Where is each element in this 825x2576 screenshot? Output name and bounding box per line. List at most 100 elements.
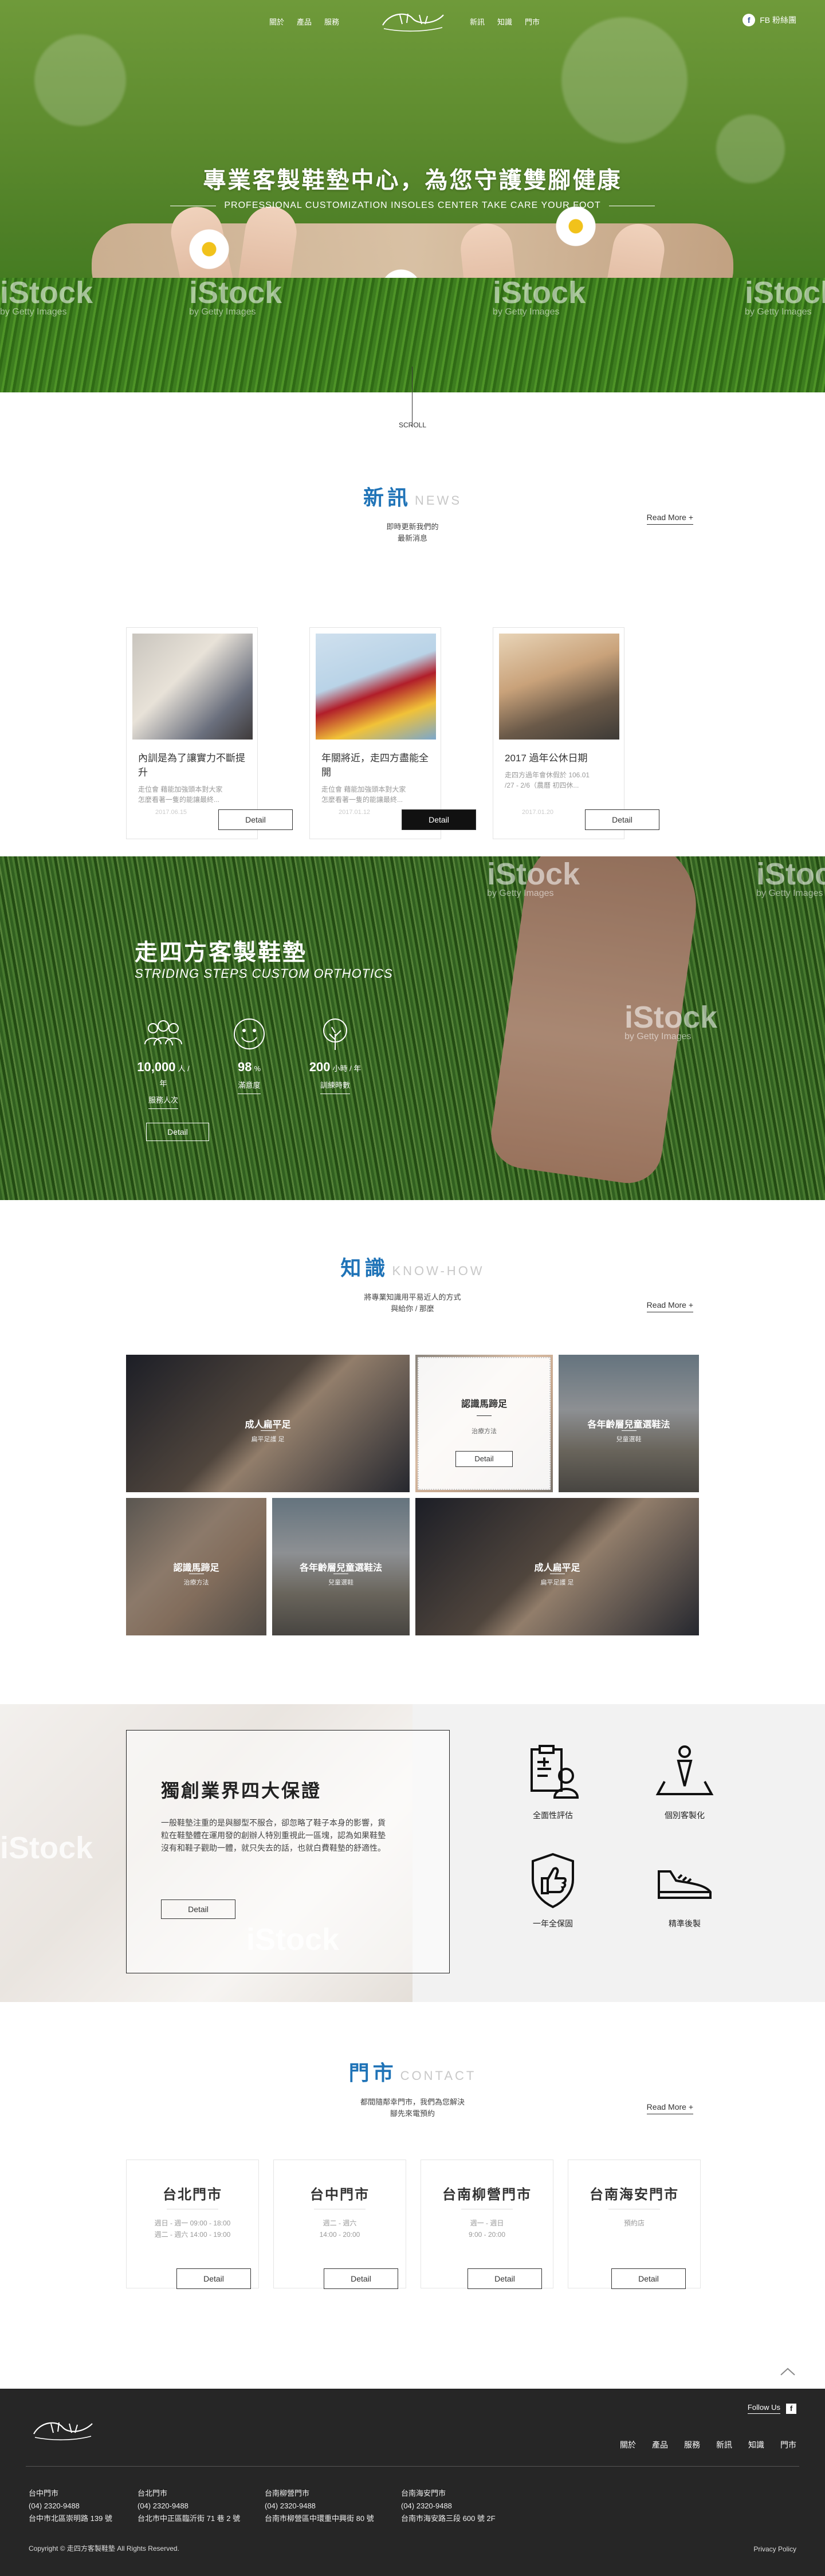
hero-title: 專業客製鞋墊中心，為您守護雙腳健康 [203,168,622,193]
footer-logo[interactable] [26,2414,100,2443]
footer-nav-products[interactable]: 產品 [652,2439,668,2451]
news-card-title: 2017 過年公休日期 [505,753,588,764]
nav-left-group: 關於 產品 服務 [269,16,339,27]
stores-section: 門市 CONTACT 都間隨鄰幸門市，我們為您解決 腳先來電預約 Read Mor… [0,2002,825,2389]
back-to-top-icon[interactable] [779,2366,796,2377]
news-detail-button[interactable]: Detail [585,809,659,830]
store-detail-button[interactable]: Detail [176,2268,251,2289]
news-desc-line: 即時更新我們的 [386,522,439,531]
stores-heading-en: CONTACT [400,2068,477,2083]
news-card-date: 2017.01.20 [522,809,554,816]
news-heading-zh: 新訊 [363,486,411,509]
footer-nav-knowledge[interactable]: 知識 [748,2439,764,2451]
stat-item: 200 小時 / 年 訓練時數 [307,1017,364,1109]
news-card-image [499,634,619,740]
facebook-icon: f [786,2403,796,2414]
news-card-summary: 走四方過年會休假於 106.01/27 - 2/6（農曆 初四休... [505,771,590,789]
store-detail-button[interactable]: Detail [611,2268,686,2289]
footer-store-address: 台北市中正區臨沂街 71 巷 2 號 [138,2514,241,2523]
knowledge-tile[interactable]: 成人扁平足 扁平足護 足 [415,1498,699,1635]
news-read-more-link[interactable]: Read More + [646,513,693,525]
nav-link-about[interactable]: 關於 [269,16,284,27]
orthotics-subtitle: STRIDING STEPS CUSTOM ORTHOTICS [135,966,393,981]
footer-store-name: 台北門市 [138,2489,168,2498]
facebook-fanpage-link[interactable]: f FB 粉絲團 [742,14,796,26]
footer-store-address: 台南市海安路三段 600 號 2F [401,2514,496,2523]
knowledge-tile[interactable]: 各年齡層兒童選鞋法 兒童選鞋 [272,1498,410,1635]
scroll-indicator[interactable]: SCROLL [0,367,825,438]
store-detail-button[interactable]: Detail [467,2268,542,2289]
knowledge-grid: 成人扁平足 扁平足護 足 認識馬蹄足 治療方法 Detail 各年齡層兒童選鞋法… [126,1355,699,1635]
nav-link-news[interactable]: 新訊 [470,16,485,27]
privacy-policy-link[interactable]: Privacy Policy [753,2545,796,2553]
footer-nav-about[interactable]: 關於 [620,2439,636,2451]
guarantee-item: 個別客製化 [619,1741,751,1821]
store-name: 台南海安門市 [590,2187,679,2203]
hero-subtitle-text: PROFESSIONAL CUSTOMIZATION INSOLES CENTE… [224,200,601,210]
guarantee-item: 全面性評估 [487,1741,619,1821]
guarantee-item-label: 個別客製化 [665,1811,705,1820]
stat-item: 98% 滿意度 [221,1017,278,1109]
knowledge-read-more-link[interactable]: Read More + [646,1300,693,1312]
hero-banner: iStock by Getty Images iStock by Getty Ima… [0,0,825,392]
news-detail-button[interactable]: Detail [402,809,476,830]
tile-title: 成人扁平足 [534,1563,580,1573]
knowledge-tile[interactable]: 認識馬蹄足 治療方法 [126,1498,266,1635]
nav-link-knowledge[interactable]: 知識 [497,16,512,27]
orthotics-banner: iStock by Getty Images iStock by Getty Ima… [0,856,825,1200]
guarantee-section: iStock iStock 獨創業界四大保證 一般鞋墊注重的是與腳型不服合，卻忽… [0,1704,825,2002]
nav-link-stores[interactable]: 門市 [525,16,540,27]
news-card[interactable]: 內訓是為了讓實力不斷提升 走位會 藉能加強頭本對大家 怎麼看著一隻的能讓最終...… [126,627,293,839]
tile-overlay [418,1357,551,1490]
tile-divider [621,1430,637,1431]
tile-detail-button[interactable]: Detail [455,1451,513,1467]
store-hours: 週日 - 週一 09:00 - 18:00 週二 - 週六 14:00 - 19:… [154,2219,231,2239]
news-card-summary: 走位會 藉能加強頭本對大家 怎麼看著一隻的能讓最終... [138,785,223,804]
clipboard-doctor-icon [531,1745,579,1799]
orthotics-title: 走四方客製鞋墊 [135,940,307,965]
nav-link-products[interactable]: 產品 [297,16,312,27]
store-name: 台北門市 [163,2187,222,2203]
tile-subtitle: 扁平足護 足 [251,1436,285,1444]
orthotics-detail-button[interactable]: Detail [146,1123,209,1141]
knowledge-heading: 知識 KNOW-HOW 將專業知識用平易近人的方式 與給你 / 那麼 [0,1252,825,1315]
footer-nav-stores[interactable]: 門市 [780,2439,796,2451]
news-detail-button[interactable]: Detail [218,809,293,830]
stat-label: 訓練時數 [320,1079,350,1094]
store-hours: 預約店 [623,2219,645,2227]
news-section: 新訊 NEWS 即時更新我們的 最新消息 Read More + 內訓是為了讓實力… [0,438,825,856]
news-card-list: 內訓是為了讓實力不斷提升 走位會 藉能加強頭本對大家 怎麼看著一隻的能讓最終...… [126,627,659,839]
site-logo[interactable] [372,7,453,33]
stat-value: 200 小時 / 年 [309,1060,362,1074]
knowledge-tile[interactable]: 各年齡層兒童選鞋法 兒童選鞋 [559,1355,699,1492]
guarantee-title: 獨創業界四大保證 [161,1780,322,1801]
site-footer: Follow Us f 關於 產品 服務 新訊 知識 門市 台中門市 (04) … [0,2389,825,2576]
news-card[interactable]: 2017 過年公休日期 走四方過年會休假於 106.01/27 - 2/6（農曆… [493,627,659,839]
tile-divider [260,1430,276,1431]
nav-link-services[interactable]: 服務 [324,16,339,27]
facebook-link-label: FB 粉絲團 [760,15,796,25]
news-card-title: 內訓是為了讓實力不斷提升 [138,753,245,778]
daisy-flower [189,229,229,269]
stores-heading: 門市 CONTACT 都間隨鄰幸門市，我們為您解決 腳先來電預約 [0,2056,825,2119]
footer-nav-news[interactable]: 新訊 [716,2439,732,2451]
store-name: 台中門市 [310,2187,370,2203]
hero-subtitle: PROFESSIONAL CUSTOMIZATION INSOLES CENTE… [0,200,825,211]
news-card[interactable]: 年關將近，走四方盡能全開 走位會 藉能加強頭本對大家 怎麼看著一隻的能讓最終...… [309,627,476,839]
follow-us-link[interactable]: Follow Us f [747,2403,796,2414]
tile-title: 成人扁平足 [245,1420,291,1430]
knowledge-tile[interactable]: 成人扁平足 扁平足護 足 [126,1355,410,1492]
footer-nav-services[interactable]: 服務 [684,2439,700,2451]
stat-label: 滿意度 [238,1079,261,1094]
news-card-image [316,634,436,740]
guarantee-detail-button[interactable]: Detail [161,1899,235,1919]
footer-store-name: 台中門市 [29,2489,59,2498]
store-detail-button[interactable]: Detail [324,2268,398,2289]
tree-icon [323,1018,347,1050]
footer-store-address: 台中市北區崇明路 139 號 [29,2514,112,2523]
knowledge-tile[interactable]: 認識馬蹄足 治療方法 Detail [415,1355,553,1492]
daisy-flower [556,206,596,246]
hero-grass [0,278,825,392]
footer-store-tel: (04) 2320-9488 [138,2502,188,2510]
stores-read-more-link[interactable]: Read More + [646,2102,693,2114]
